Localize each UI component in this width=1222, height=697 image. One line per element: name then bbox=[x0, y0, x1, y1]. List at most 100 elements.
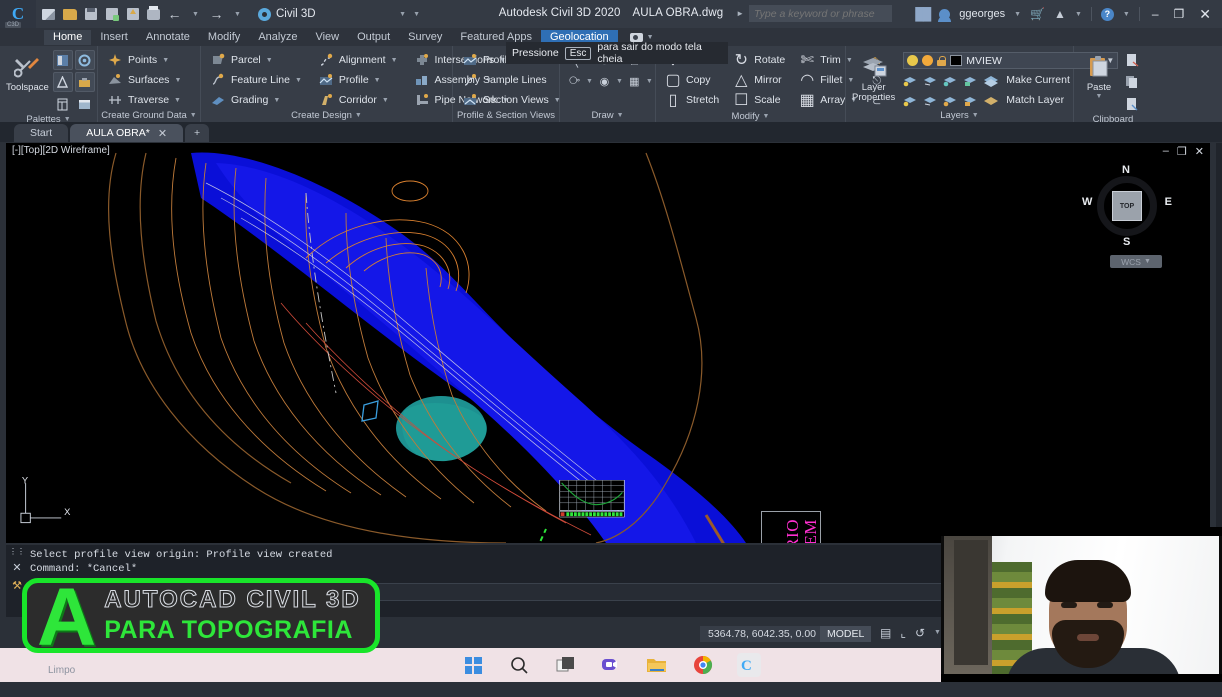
settings-palette-icon[interactable] bbox=[74, 50, 95, 70]
close-icon[interactable]: ✕ bbox=[158, 127, 167, 140]
help-icon[interactable]: ? bbox=[1100, 7, 1114, 21]
view-cube[interactable]: TOP N S W E bbox=[1082, 164, 1172, 248]
sample-lines-button[interactable]: Sample Lines bbox=[459, 71, 564, 89]
section-views-button[interactable]: Section Views ▼ bbox=[459, 91, 564, 109]
viewport-restore-button[interactable]: ❐ bbox=[1177, 145, 1187, 158]
drawing-tab-aula-obra[interactable]: AULA OBRA* ✕ bbox=[70, 124, 184, 142]
infocenter-search[interactable]: ► bbox=[736, 5, 892, 22]
new-drawing-tab[interactable]: + bbox=[185, 124, 210, 142]
chevron-down-icon[interactable]: ▼ bbox=[273, 97, 280, 104]
autodesk-network-icon[interactable]: ██ bbox=[915, 7, 931, 21]
parcel-button[interactable]: Parcel ▼ bbox=[207, 51, 305, 69]
close-icon[interactable]: ✕ bbox=[12, 561, 21, 574]
hatch-icon[interactable]: ▦ bbox=[626, 73, 643, 90]
copy-button[interactable]: ▢ Copy bbox=[662, 71, 722, 89]
scale-button[interactable]: ☐ Scale bbox=[730, 91, 788, 109]
drag-handle-icon[interactable]: ⋮⋮ bbox=[9, 547, 25, 556]
viewport-close-button[interactable]: ✕ bbox=[1195, 145, 1204, 158]
survey-palette-icon[interactable] bbox=[52, 72, 73, 92]
minimize-button[interactable]: – bbox=[1149, 7, 1162, 21]
stretch-button[interactable]: ▯ Stretch bbox=[662, 91, 722, 109]
feature-line-button[interactable]: Feature Line ▼ bbox=[207, 71, 305, 89]
points-button[interactable]: Points ▼ bbox=[104, 51, 184, 69]
layer-lock-icon[interactable] bbox=[937, 55, 947, 66]
chevron-down-icon[interactable]: ▼ bbox=[174, 77, 181, 84]
chevron-down-icon[interactable]: ▼ bbox=[934, 629, 941, 636]
viewport-minimize-button[interactable]: – bbox=[1163, 145, 1169, 158]
circle-icon[interactable]: ◉ bbox=[596, 73, 613, 90]
help-dropdown-icon[interactable]: ▼ bbox=[1123, 11, 1130, 18]
paste-button[interactable]: Paste ▼ bbox=[1080, 50, 1118, 114]
model-space-button[interactable]: MODEL bbox=[820, 626, 872, 642]
toolspace-button[interactable]: Toolspace bbox=[6, 50, 49, 114]
view-cube-top-face[interactable]: TOP bbox=[1112, 191, 1142, 221]
tab-insert[interactable]: Insert bbox=[91, 30, 137, 45]
workspace-carets[interactable]: ▼ ▼ bbox=[399, 11, 420, 18]
cut-icon[interactable] bbox=[1122, 50, 1142, 70]
compass-east-label[interactable]: E bbox=[1165, 196, 1172, 208]
chevron-down-icon[interactable]: ▼ bbox=[174, 97, 181, 104]
user-avatar-icon[interactable] bbox=[938, 8, 952, 22]
save-icon[interactable] bbox=[82, 6, 99, 23]
qat-overflow-icon[interactable]: ▼ bbox=[413, 11, 420, 18]
drawing-tab-start[interactable]: Start bbox=[14, 124, 69, 142]
drawing-viewport[interactable]: DA D'ÁGUA CAPTAÇÃO SUE RESERVATÓRIO POSS… bbox=[6, 143, 1210, 543]
open-icon[interactable] bbox=[61, 6, 78, 23]
layer-on-all-icon[interactable] bbox=[923, 92, 940, 108]
tab-home[interactable]: Home bbox=[44, 29, 92, 45]
plot-icon[interactable] bbox=[145, 5, 162, 23]
surfaces-button[interactable]: Surfaces ▼ bbox=[104, 71, 184, 89]
paste-special-icon[interactable] bbox=[1122, 94, 1142, 114]
user-name[interactable]: ggeorges bbox=[959, 8, 1005, 20]
layer-lock-icon[interactable] bbox=[963, 72, 980, 88]
grading-button[interactable]: Grading ▼ bbox=[207, 91, 305, 109]
cloud-dropdown-icon[interactable]: ▼ bbox=[1075, 11, 1082, 18]
cart-icon[interactable]: 🛒 bbox=[1030, 7, 1045, 21]
layer-unlock-icon[interactable] bbox=[963, 92, 980, 108]
customize-icon[interactable]: ⚒ bbox=[12, 579, 22, 592]
search-input[interactable] bbox=[749, 5, 892, 22]
task-view-icon[interactable] bbox=[553, 653, 577, 677]
chevron-down-icon[interactable]: ▼ bbox=[382, 97, 389, 104]
tab-modify[interactable]: Modify bbox=[199, 30, 249, 45]
compass-west-label[interactable]: W bbox=[1082, 196, 1092, 208]
polyline-icon[interactable]: ⧂ bbox=[566, 73, 583, 90]
panel-title-draw[interactable]: Draw ▼ bbox=[560, 108, 655, 122]
tab-annotate[interactable]: Annotate bbox=[137, 30, 199, 45]
layer-on-icon[interactable] bbox=[907, 55, 919, 66]
tool-palettes-icon[interactable] bbox=[75, 94, 95, 114]
save-as-icon[interactable] bbox=[103, 6, 120, 23]
tab-analyze[interactable]: Analyze bbox=[249, 30, 306, 45]
panel-title-layers[interactable]: Layers ▼ bbox=[846, 109, 1073, 122]
close-button[interactable]: ✕ bbox=[1196, 6, 1214, 23]
layer-isolate-icon[interactable] bbox=[903, 72, 920, 88]
chevron-down-icon[interactable]: ▼ bbox=[391, 57, 398, 64]
tab-output[interactable]: Output bbox=[348, 30, 399, 45]
chevron-down-icon[interactable]: ▼ bbox=[646, 78, 653, 85]
panel-title-create-ground-data[interactable]: Create Ground Data ▼ bbox=[98, 109, 200, 122]
user-dropdown-icon[interactable]: ▼ bbox=[1014, 11, 1021, 18]
publish-icon[interactable] bbox=[124, 6, 141, 23]
tab-survey[interactable]: Survey bbox=[399, 30, 451, 45]
app-logo-icon[interactable]: C C3D bbox=[0, 0, 36, 28]
alignment-button[interactable]: Alignment ▼ bbox=[315, 51, 401, 69]
chat-icon[interactable] bbox=[599, 653, 623, 677]
workspace-selector[interactable]: Civil 3D ▼ ▼ bbox=[254, 5, 424, 23]
chrome-icon[interactable] bbox=[691, 653, 715, 677]
chevron-down-icon[interactable]: ▼ bbox=[399, 11, 406, 18]
toolspace-palette-icon[interactable] bbox=[52, 50, 73, 70]
new-icon[interactable] bbox=[40, 6, 57, 23]
match-layer-icon[interactable] bbox=[983, 92, 1000, 108]
polar-tracking-icon[interactable]: ↺ bbox=[915, 626, 925, 640]
restore-button[interactable]: ❐ bbox=[1171, 7, 1188, 21]
grid-snap-icon[interactable]: ▤ bbox=[880, 626, 891, 640]
chevron-down-icon[interactable]: ▼ bbox=[1096, 93, 1103, 100]
chevron-down-icon[interactable]: ▼ bbox=[586, 78, 593, 85]
traverse-button[interactable]: Traverse ▼ bbox=[104, 91, 184, 109]
layer-freeze-icon[interactable] bbox=[922, 55, 934, 66]
viewport-view-label[interactable]: [-][Top][2D Wireframe] bbox=[12, 145, 110, 156]
layer-properties-button[interactable]: Layer Properties bbox=[852, 50, 895, 109]
toolbox-palette-icon[interactable] bbox=[74, 72, 95, 92]
redo-dropdown-icon[interactable]: ▼ bbox=[229, 6, 246, 23]
compass-south-label[interactable]: S bbox=[1123, 236, 1130, 248]
